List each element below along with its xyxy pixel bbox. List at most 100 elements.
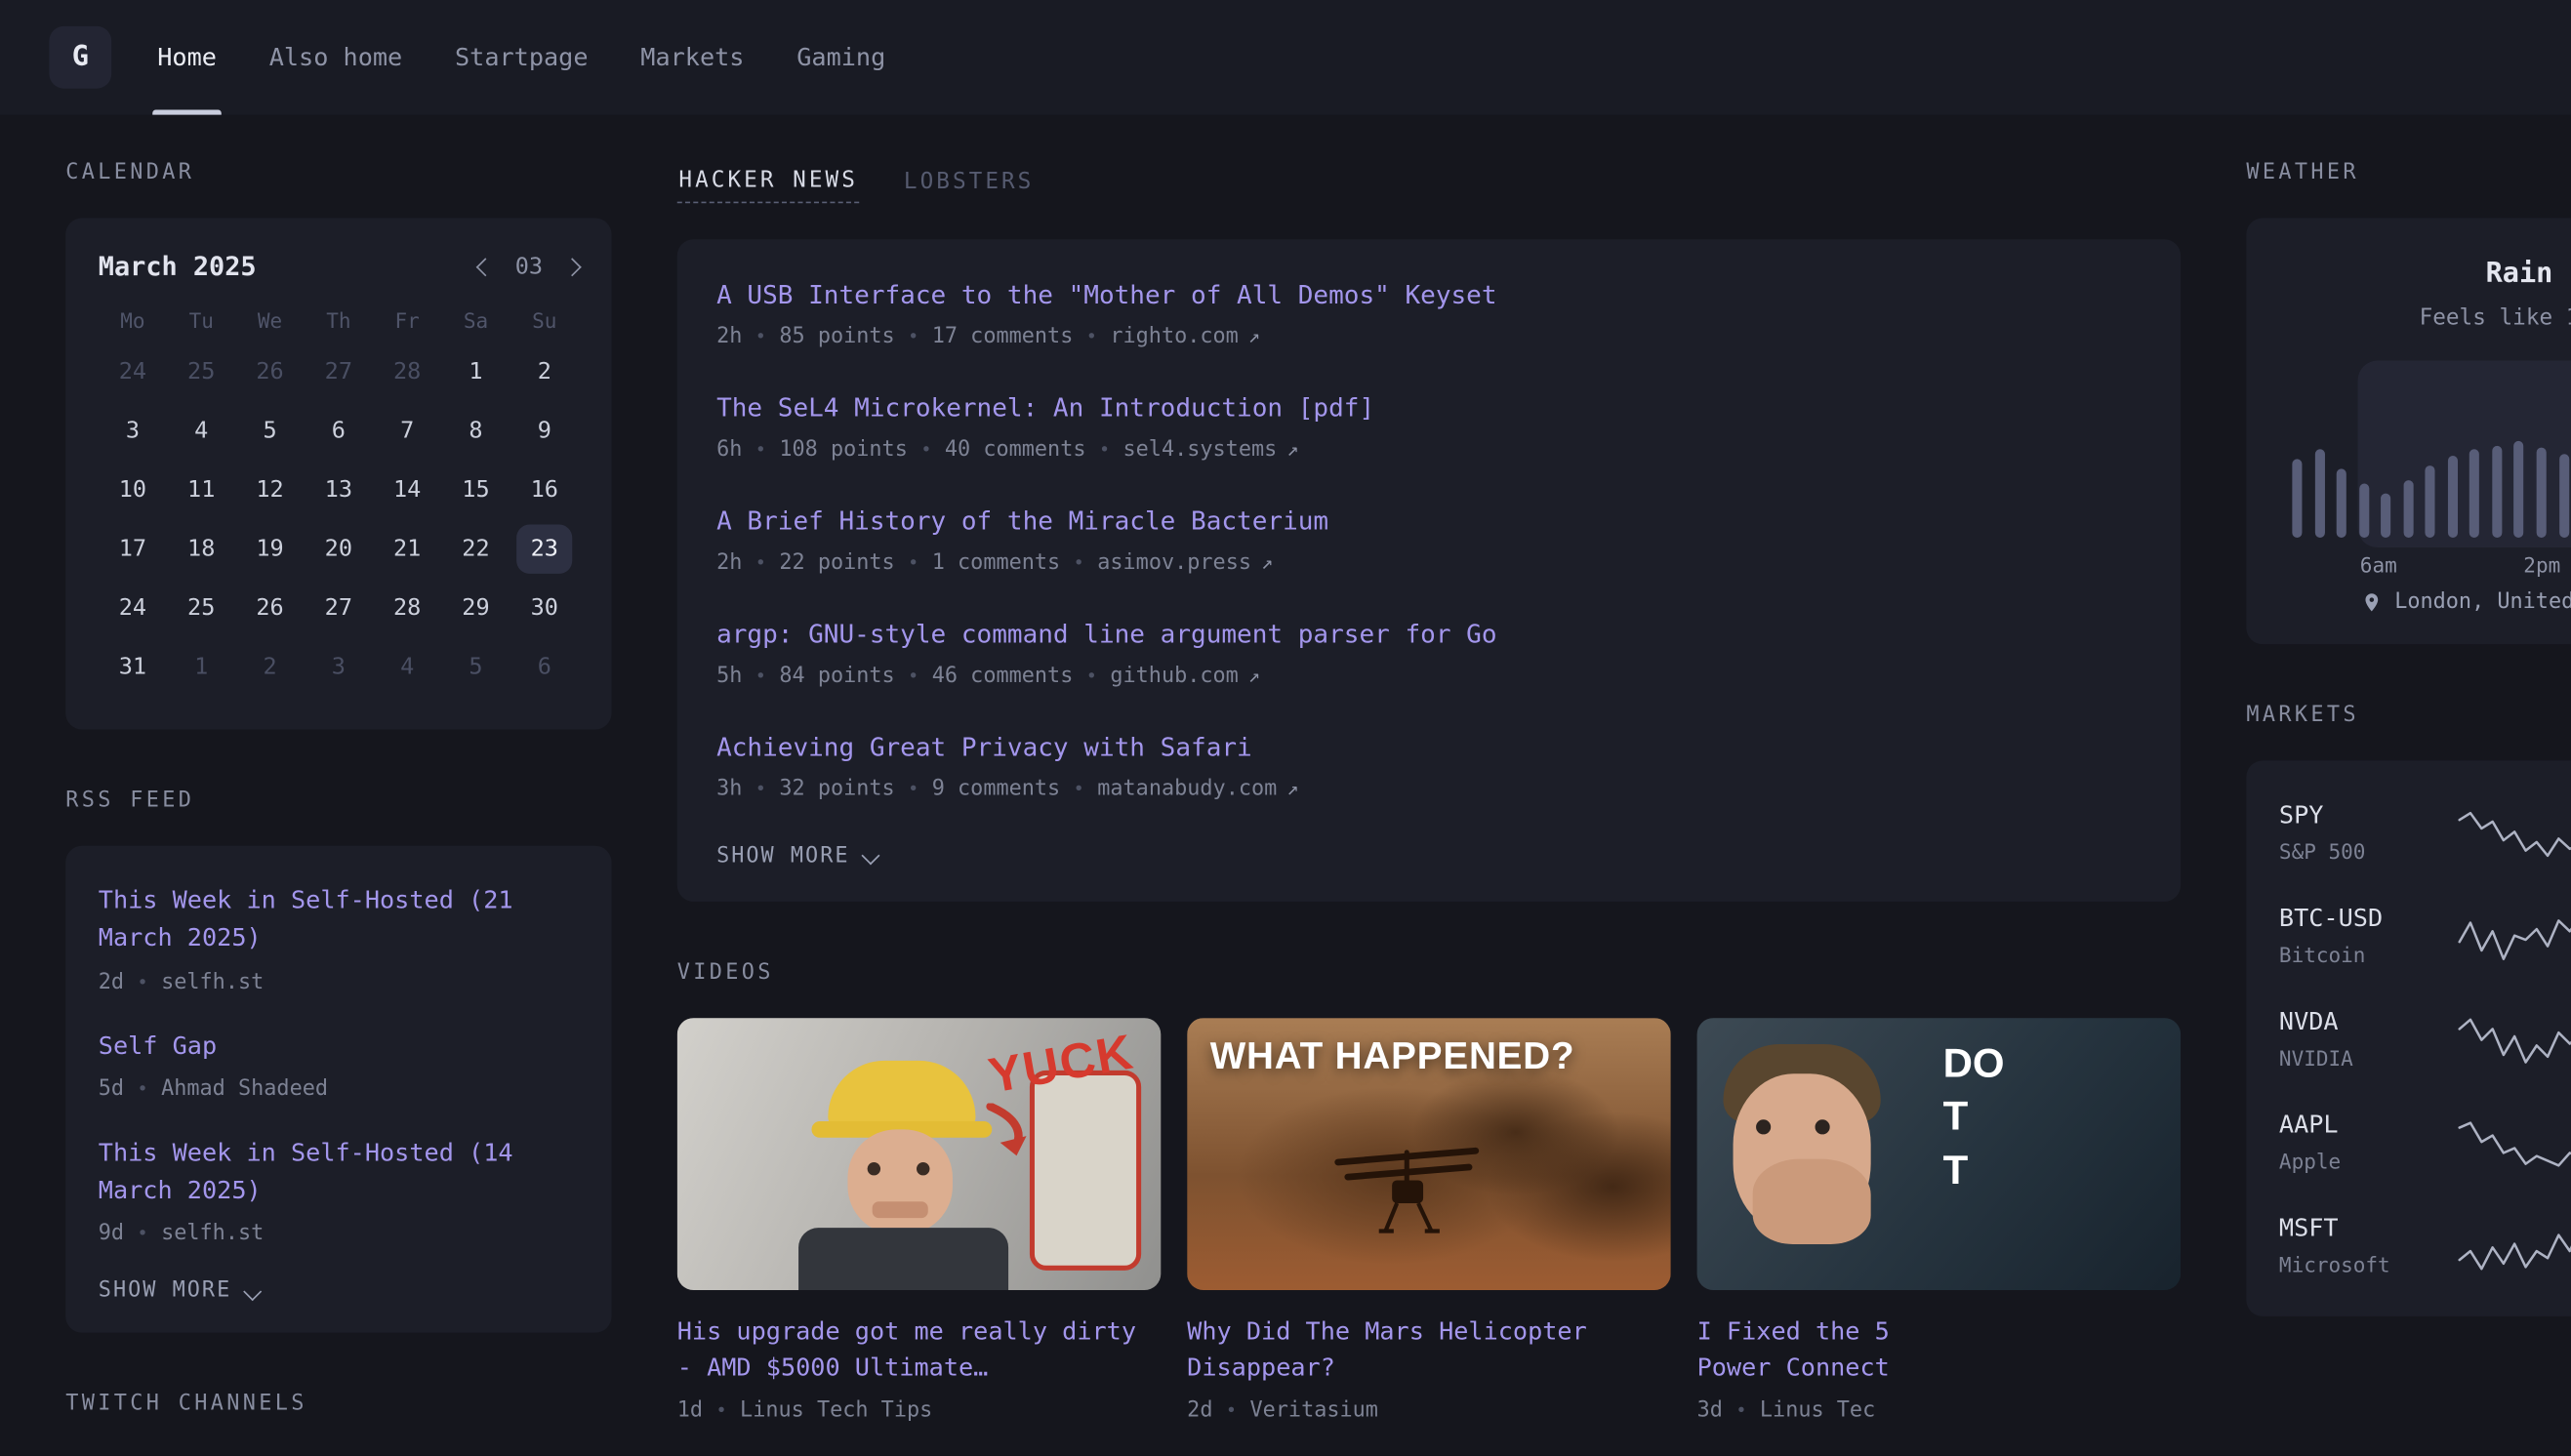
calendar-day[interactable]: 30 bbox=[516, 584, 572, 632]
video-title[interactable]: Why Did The Mars Helicopter Disappear? bbox=[1187, 1313, 1671, 1387]
video-thumbnail[interactable]: YUCK bbox=[677, 1017, 1162, 1289]
nav-tab-home[interactable]: Home bbox=[157, 0, 217, 115]
calendar-day[interactable]: 5 bbox=[448, 642, 504, 691]
calendar-day[interactable]: 1 bbox=[448, 347, 504, 396]
news-tab-lobsters[interactable]: LOBSTERS bbox=[902, 167, 1036, 203]
calendar-day[interactable]: 3 bbox=[104, 407, 160, 456]
market-ticker[interactable]: NVDA bbox=[2279, 1006, 2436, 1035]
calendar-day[interactable]: 7 bbox=[380, 407, 435, 456]
item-meta: 9d•selfh.st bbox=[99, 1222, 579, 1246]
rss-item-title[interactable]: This Week in Self-Hosted (14 March 2025) bbox=[99, 1134, 579, 1210]
calendar-day[interactable]: 27 bbox=[310, 347, 366, 396]
calendar-next-icon[interactable] bbox=[563, 257, 582, 275]
app-logo[interactable]: G bbox=[49, 26, 111, 89]
news-item-title[interactable]: Achieving Great Privacy with Safari bbox=[716, 731, 2142, 765]
calendar-day[interactable]: 26 bbox=[242, 347, 298, 396]
calendar-day[interactable]: 22 bbox=[448, 525, 504, 574]
meta-part: Veritasium bbox=[1249, 1397, 1377, 1422]
calendar-day[interactable]: 28 bbox=[380, 347, 435, 396]
market-ticker[interactable]: AAPL bbox=[2279, 1110, 2436, 1139]
nav-tab-also-home[interactable]: Also home bbox=[269, 0, 403, 115]
source-link[interactable]: righto.com bbox=[1110, 324, 1238, 348]
calendar-day[interactable]: 4 bbox=[174, 407, 229, 456]
calendar-day[interactable]: 3 bbox=[310, 642, 366, 691]
calendar-day[interactable]: 9 bbox=[516, 407, 572, 456]
news-tab-hacker-news[interactable]: HACKER NEWS bbox=[677, 167, 860, 203]
nav-tab-markets[interactable]: Markets bbox=[640, 0, 744, 115]
rss-show-more[interactable]: SHOW MORE bbox=[99, 1279, 579, 1304]
calendar-day[interactable]: 28 bbox=[380, 584, 435, 632]
calendar-day[interactable]: 6 bbox=[310, 407, 366, 456]
market-sparkline bbox=[2450, 1011, 2571, 1067]
news-item-title[interactable]: argp: GNU-style command line argument pa… bbox=[716, 618, 2142, 652]
calendar-day[interactable]: 21 bbox=[380, 525, 435, 574]
calendar-day[interactable]: 10 bbox=[104, 465, 160, 514]
calendar-day[interactable]: 19 bbox=[242, 525, 298, 574]
market-row[interactable]: BTC-USDBitcoin+1.39%$84,999.29 bbox=[2279, 904, 2571, 968]
market-row[interactable]: NVDANVIDIA-0.70%$117.70 bbox=[2279, 1006, 2571, 1071]
calendar-day[interactable]: 14 bbox=[380, 465, 435, 514]
calendar-day[interactable]: 20 bbox=[310, 525, 366, 574]
rss-item-title[interactable]: This Week in Self-Hosted (21 March 2025) bbox=[99, 882, 579, 958]
video-thumbnail[interactable]: WHAT HAPPENED? bbox=[1187, 1017, 1671, 1289]
calendar-day[interactable]: 25 bbox=[174, 347, 229, 396]
weather-location: London, United Kingdom bbox=[2279, 590, 2571, 615]
news-item-title[interactable]: A USB Interface to the "Mother of All De… bbox=[716, 279, 2142, 313]
nav-tab-gaming[interactable]: Gaming bbox=[796, 0, 885, 115]
market-row[interactable]: SPYS&P 500-0.27%$563.98 bbox=[2279, 800, 2571, 865]
market-name: Bitcoin bbox=[2279, 943, 2436, 967]
market-name: Microsoft bbox=[2279, 1252, 2436, 1276]
calendar-day[interactable]: 2 bbox=[516, 347, 572, 396]
calendar-day[interactable]: 24 bbox=[104, 584, 160, 632]
calendar-day[interactable]: 1 bbox=[174, 642, 229, 691]
video-title[interactable]: His upgrade got me really dirty - AMD $5… bbox=[677, 1313, 1162, 1387]
news-item: The SeL4 Microkernel: An Introduction [p… bbox=[716, 391, 2142, 462]
calendar-day[interactable]: 2 bbox=[242, 642, 298, 691]
news-show-more-label: SHOW MORE bbox=[716, 843, 849, 868]
market-ticker[interactable]: MSFT bbox=[2279, 1213, 2436, 1242]
video-card: WHAT HAPPENED? Why Did The Mars Helicopte… bbox=[1187, 1017, 1671, 1422]
source-link[interactable]: asimov.press bbox=[1097, 550, 1251, 575]
source-link[interactable]: github.com bbox=[1110, 664, 1238, 688]
calendar-day[interactable]: 27 bbox=[310, 584, 366, 632]
news-show-more[interactable]: SHOW MORE bbox=[716, 843, 2142, 868]
calendar-day[interactable]: 24 bbox=[104, 347, 160, 396]
calendar-day-selected[interactable]: 23 bbox=[516, 525, 572, 574]
calendar-day[interactable]: 6 bbox=[516, 642, 572, 691]
meta-separator-icon: • bbox=[715, 1399, 726, 1421]
meta-part: 5h bbox=[716, 664, 742, 688]
source-link[interactable]: matanabudy.com bbox=[1097, 777, 1277, 801]
calendar-day[interactable]: 12 bbox=[242, 465, 298, 514]
calendar-day[interactable]: 13 bbox=[310, 465, 366, 514]
calendar-day[interactable]: 16 bbox=[516, 465, 572, 514]
rss-item: This Week in Self-Hosted (21 March 2025)… bbox=[99, 882, 579, 994]
calendar-day[interactable]: 26 bbox=[242, 584, 298, 632]
calendar-day[interactable]: 18 bbox=[174, 525, 229, 574]
calendar-day[interactable]: 15 bbox=[448, 465, 504, 514]
thumb-panel-decoration bbox=[1030, 1070, 1141, 1270]
calendar-day[interactable]: 29 bbox=[448, 584, 504, 632]
calendar-day[interactable]: 31 bbox=[104, 642, 160, 691]
video-title[interactable]: I Fixed the 5 Power Connect bbox=[1697, 1313, 2182, 1387]
news-item: A USB Interface to the "Mother of All De… bbox=[716, 279, 2142, 349]
market-ticker[interactable]: SPY bbox=[2279, 800, 2436, 829]
video-thumbnail[interactable]: DO T T bbox=[1697, 1017, 2182, 1289]
calendar-day[interactable]: 5 bbox=[242, 407, 298, 456]
calendar-day[interactable]: 17 bbox=[104, 525, 160, 574]
calendar-day[interactable]: 4 bbox=[380, 642, 435, 691]
market-ticker[interactable]: BTC-USD bbox=[2279, 904, 2436, 933]
calendar-day[interactable]: 25 bbox=[174, 584, 229, 632]
calendar-day[interactable]: 8 bbox=[448, 407, 504, 456]
news-item-title[interactable]: The SeL4 Microkernel: An Introduction [p… bbox=[716, 391, 2142, 425]
market-row[interactable]: AAPLApple+1.95%$218.27 bbox=[2279, 1110, 2571, 1174]
market-row[interactable]: MSFTMicrosoft+1.14%$391.26 bbox=[2279, 1213, 2571, 1277]
nav-tab-startpage[interactable]: Startpage bbox=[455, 0, 589, 115]
meta-part: selfh.st bbox=[161, 1222, 264, 1246]
source-link[interactable]: sel4.systems bbox=[1123, 437, 1278, 462]
weather-time-label: 2pm bbox=[2523, 552, 2560, 577]
rss-item-title[interactable]: Self Gap bbox=[99, 1027, 579, 1065]
calendar-prev-icon[interactable] bbox=[476, 257, 495, 275]
meta-part: 2d bbox=[1187, 1397, 1212, 1422]
calendar-day[interactable]: 11 bbox=[174, 465, 229, 514]
news-item-title[interactable]: A Brief History of the Miracle Bacterium bbox=[716, 505, 2142, 539]
